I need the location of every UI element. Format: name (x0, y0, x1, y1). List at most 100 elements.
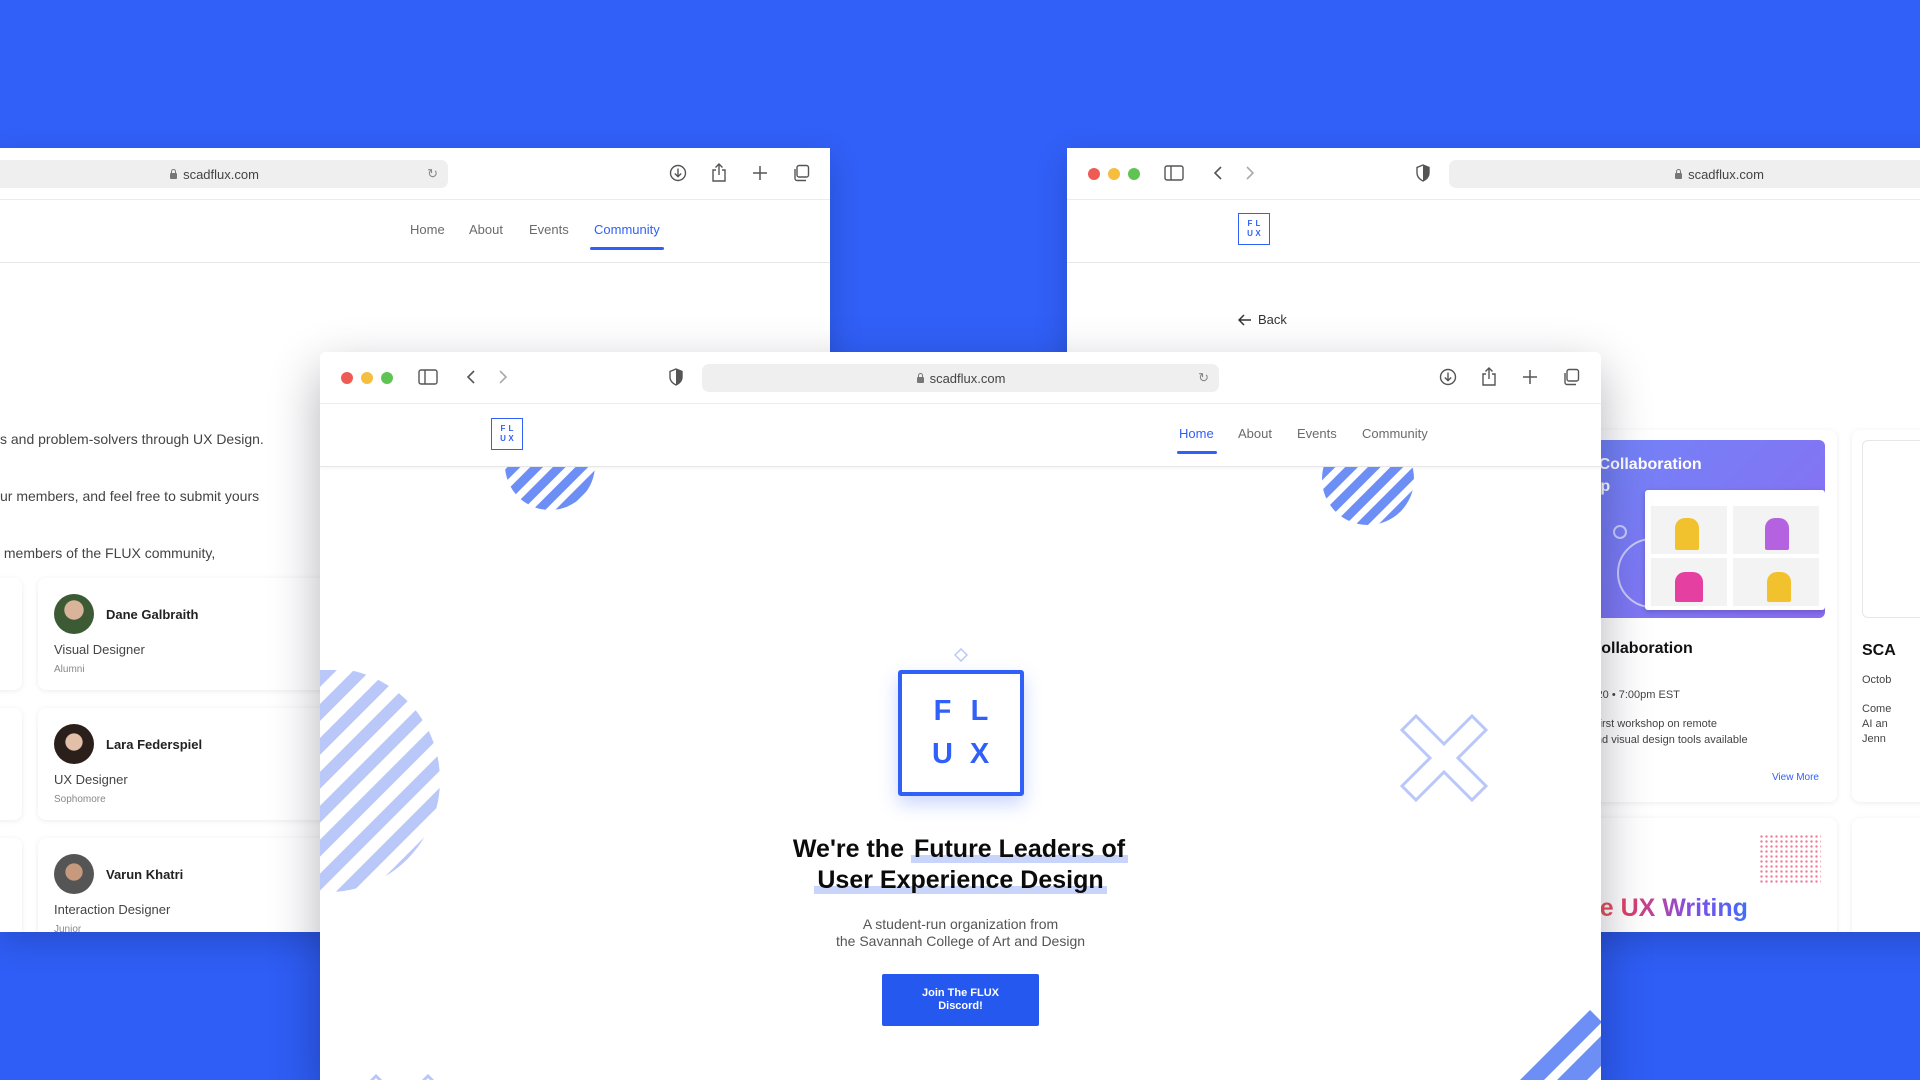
hero-flux-logo: F L U X (898, 670, 1024, 796)
intro-line: ur members, and feel free to submit your… (0, 488, 260, 504)
nav-home[interactable]: Home (410, 222, 445, 237)
download-icon[interactable] (1437, 366, 1459, 388)
event-card-partial[interactable]: SCA Octob Come AI an Jenn (1852, 430, 1920, 802)
address-bar[interactable]: scadflux.com (1449, 160, 1920, 188)
maximize-window-dot[interactable] (1128, 168, 1140, 180)
hero-title-highlight: Future Leaders of (910, 835, 1129, 863)
join-discord-button[interactable]: Join The FLUX Discord! (882, 974, 1039, 1026)
back-arrow-icon (1238, 313, 1251, 326)
hero-title-plain: We're the (792, 835, 911, 863)
shield-icon[interactable] (1412, 162, 1434, 184)
share-icon[interactable] (1478, 366, 1500, 388)
member-card-partial (0, 578, 22, 690)
logo-letter: L (970, 695, 989, 727)
logo-letter: U (1247, 229, 1253, 238)
new-tab-icon[interactable] (1519, 366, 1541, 388)
nav-home[interactable]: Home (1179, 426, 1214, 441)
tabs-overview-icon[interactable] (790, 162, 812, 184)
striped-circle-decoration (505, 467, 595, 510)
member-card[interactable]: Varun Khatri Interaction Designer Junior (38, 838, 338, 932)
nav-community[interactable]: Community (1362, 426, 1428, 441)
video-call-illustration (1645, 490, 1825, 610)
member-card-partial (0, 838, 22, 932)
browser-toolbar: scadflux.com ↻ (0, 148, 830, 200)
reload-icon[interactable]: ↻ (427, 166, 438, 182)
cta-label: Join The FLUX Discord! (922, 987, 999, 1013)
logo-letter: L (1255, 219, 1261, 228)
event-image-placeholder (1862, 440, 1920, 618)
close-window-dot[interactable] (341, 372, 353, 384)
site-header: Home About Events Community (0, 200, 830, 263)
member-name: Lara Federspiel (106, 737, 203, 752)
back-link[interactable]: Back (1238, 312, 1287, 327)
person-figure (1675, 518, 1699, 550)
event-description-line: Jenn (1862, 733, 1886, 745)
minimize-window-dot[interactable] (361, 372, 373, 384)
url-text: scadflux.com (1688, 166, 1764, 182)
nav-events[interactable]: Events (1297, 426, 1337, 441)
hero-title-line: We're the Future Leaders of (320, 834, 1601, 865)
flux-logo[interactable]: F L U X (1238, 213, 1270, 245)
member-name: Varun Khatri (106, 867, 184, 882)
maximize-window-dot[interactable] (381, 372, 393, 384)
person-figure (1767, 572, 1791, 602)
avatar (54, 724, 94, 764)
back-arrow-icon[interactable] (1207, 162, 1229, 184)
view-more-link[interactable]: View More (1772, 772, 1819, 783)
intro-line: members of the FLUX community, (0, 545, 216, 561)
member-card[interactable]: Lara Federspiel UX Designer Sophomore (38, 708, 338, 820)
avatar (54, 854, 94, 894)
nav-active-indicator (1177, 451, 1217, 454)
browser-toolbar: scadflux.com (1067, 148, 1920, 200)
nav-active-indicator (590, 247, 664, 250)
x-outline-decoration (1399, 713, 1489, 803)
sidebar-icon[interactable] (1163, 162, 1185, 184)
diagonal-bars-decoration (1520, 1010, 1601, 1080)
hero-subtitle-line: A student-run organization from (862, 916, 1059, 932)
sidebar-icon[interactable] (417, 366, 439, 388)
hero-subtitle-line: the Savannah College of Art and Design (835, 933, 1086, 949)
member-role: UX Designer (54, 772, 128, 787)
address-bar[interactable]: scadflux.com ↻ (702, 364, 1219, 392)
lock-icon (1674, 169, 1683, 179)
minimize-window-dot[interactable] (1108, 168, 1120, 180)
browser-toolbar: scadflux.com ↻ (320, 352, 1601, 404)
back-arrow-icon[interactable] (460, 366, 482, 388)
logo-letter: F (1247, 219, 1253, 228)
shield-icon[interactable] (665, 366, 687, 388)
lock-icon (169, 169, 178, 179)
dot-pattern (1759, 834, 1821, 884)
url-text: scadflux.com (183, 166, 259, 182)
share-icon[interactable] (708, 162, 730, 184)
download-icon[interactable] (667, 162, 689, 184)
person-figure (1675, 572, 1703, 602)
nav-events[interactable]: Events (529, 222, 569, 237)
community-intro: s and problem-solvers through UX Design.… (0, 392, 264, 601)
event-title: SCA (1862, 642, 1896, 659)
nav-about[interactable]: About (469, 222, 503, 237)
forward-arrow-icon[interactable] (1239, 162, 1261, 184)
logo-letter: U (932, 738, 953, 770)
diamond-icon (954, 648, 968, 662)
event-card-partial[interactable] (1852, 818, 1920, 932)
nav-community[interactable]: Community (594, 222, 660, 237)
intro-line: s and problem-solvers through UX Design. (0, 431, 264, 447)
member-year: Junior (54, 924, 82, 932)
event-date: Octob (1862, 674, 1892, 686)
event-description-line: AI an (1862, 718, 1888, 730)
address-bar[interactable]: scadflux.com ↻ (0, 160, 448, 188)
new-tab-icon[interactable] (749, 162, 771, 184)
nav-about[interactable]: About (1238, 426, 1272, 441)
member-card[interactable]: Dane Galbraith Visual Designer Alumni (38, 578, 338, 690)
member-card-partial (0, 708, 22, 820)
close-window-dot[interactable] (1088, 168, 1100, 180)
lock-icon (916, 373, 925, 383)
logo-letter: X (969, 738, 990, 770)
reload-icon[interactable]: ↻ (1198, 370, 1209, 386)
tabs-overview-icon[interactable] (1560, 366, 1582, 388)
cta-label-line: Join The FLUX (922, 987, 999, 999)
hero-subtitle: A student-run organization from the Sava… (320, 916, 1601, 950)
event-description: Come AI an Jenn (1862, 702, 1891, 747)
site-nav: Home About Events Community (0, 222, 830, 252)
forward-arrow-icon[interactable] (492, 366, 514, 388)
